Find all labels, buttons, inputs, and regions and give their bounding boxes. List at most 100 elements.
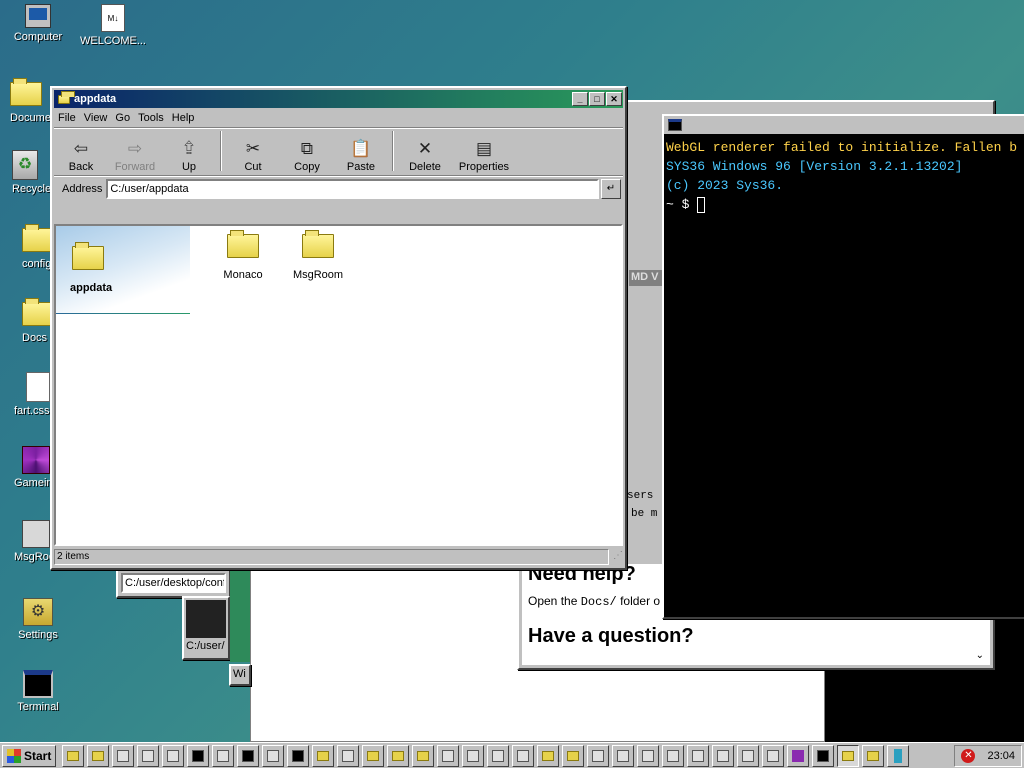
forward-button[interactable]: ⇨ Forward — [108, 129, 162, 173]
explorer-titlebar[interactable]: appdata _ □ ✕ — [54, 90, 623, 108]
file-item-msgroom[interactable]: MsgRoom — [290, 230, 346, 281]
taskbar-folder-button[interactable] — [362, 744, 385, 767]
desktop-icon-label: Computer — [13, 31, 63, 43]
forward-label: Forward — [114, 161, 156, 173]
taskbar-game-button[interactable] — [787, 744, 810, 767]
taskbar-app-button[interactable] — [437, 744, 460, 767]
menu-help[interactable]: Help — [172, 112, 195, 124]
error-icon[interactable]: ✕ — [961, 748, 976, 763]
address-label: Address — [62, 182, 103, 195]
taskbar-app-button[interactable] — [737, 744, 760, 767]
paste-icon: 📋 — [350, 139, 372, 158]
computer-icon — [25, 4, 51, 28]
taskbar: Start ✕ 23:04 — [0, 742, 1024, 768]
desktop-icon-terminal[interactable]: Terminal — [3, 670, 73, 713]
desktop-icon-settings[interactable]: ⚙ Settings — [3, 598, 73, 641]
settings-icon: ⚙ — [23, 598, 53, 626]
taskbar-app-button[interactable] — [687, 744, 710, 767]
taskbar-app-button[interactable] — [712, 744, 735, 767]
file-view[interactable]: appdata Monaco MsgRoom — [54, 224, 623, 546]
taskbar-folder-button[interactable] — [62, 744, 85, 767]
taskbar-app-button[interactable] — [887, 744, 910, 767]
close-button[interactable]: ✕ — [606, 92, 622, 106]
up-label: Up — [181, 161, 197, 173]
help-side-text-1: sers — [627, 490, 654, 502]
address-input[interactable]: C:/user/appdata — [106, 178, 599, 199]
window-icon — [517, 749, 530, 762]
taskbar-app-button[interactable] — [237, 744, 260, 767]
taskbar-folder-button[interactable] — [312, 744, 335, 767]
menu-view[interactable]: View — [84, 112, 108, 124]
taskbar-folder-button[interactable] — [537, 744, 560, 767]
properties-label: Properties — [458, 161, 510, 173]
properties-icon: ▤ — [475, 139, 493, 158]
background-window-config[interactable]: C:/user/desktop/conf — [116, 568, 231, 598]
background-window-terminal-small[interactable]: C:/user/ — [182, 596, 230, 660]
background-path-label: C:/user/ — [186, 640, 225, 652]
resize-grip-icon[interactable]: ⋰ — [609, 550, 623, 564]
up-folder-icon: ⮸ — [183, 139, 195, 158]
terminal-screen[interactable]: WebGL renderer failed to initialize. Fal… — [664, 134, 1024, 617]
menu-tools[interactable]: Tools — [138, 112, 164, 124]
taskbar-folder-button[interactable] — [387, 744, 410, 767]
go-button[interactable]: ↵ — [601, 178, 621, 199]
taskbar-folder-button[interactable] — [862, 744, 885, 767]
background-path-field: C:/user/desktop/conf — [121, 573, 226, 593]
taskbar-folder-button[interactable] — [412, 744, 435, 767]
chevron-down-icon[interactable]: ⌄ — [976, 650, 984, 661]
delete-x-icon: ✕ — [417, 139, 433, 158]
taskbar-folder-button[interactable] — [87, 744, 110, 767]
terminal-prompt-line[interactable]: ~ $ — [666, 195, 1022, 214]
taskbar-app-button[interactable] — [662, 744, 685, 767]
taskbar-app-button[interactable] — [137, 744, 160, 767]
cut-button[interactable]: ✂ Cut — [226, 129, 280, 173]
file-item-monaco[interactable]: Monaco — [218, 230, 268, 281]
taskbar-app-button[interactable] — [512, 744, 535, 767]
taskbar-app-button[interactable] — [587, 744, 610, 767]
maximize-button[interactable]: □ — [589, 92, 605, 106]
desktop-icon-computer[interactable]: Computer — [3, 4, 73, 43]
start-button[interactable]: Start — [2, 744, 57, 767]
taskbar-app-button[interactable] — [637, 744, 660, 767]
status-bar: 2 items ⋰ — [54, 548, 623, 566]
menu-file[interactable]: File — [58, 112, 76, 124]
taskbar-app-button[interactable] — [487, 744, 510, 767]
properties-button[interactable]: ▤ Properties — [452, 129, 516, 173]
taskbar-app-button[interactable] — [762, 744, 785, 767]
window-icon — [617, 749, 630, 762]
taskbar-app-button[interactable] — [462, 744, 485, 767]
terminal-title-icon — [668, 119, 682, 131]
back-button[interactable]: ⇦ Back — [54, 129, 108, 173]
back-label: Back — [68, 161, 94, 173]
taskbar-app-button[interactable] — [337, 744, 360, 767]
taskbar-app-button[interactable] — [262, 744, 285, 767]
folder-icon — [842, 750, 855, 761]
paste-button[interactable]: 📋 Paste — [334, 129, 388, 173]
delete-button[interactable]: ✕ Delete — [398, 129, 452, 173]
taskbar-app-button[interactable] — [112, 744, 135, 767]
desktop-icon-welcome[interactable]: M↓ WELCOME... — [78, 4, 148, 47]
taskbar-app-button[interactable] — [812, 744, 835, 767]
up-button[interactable]: ⮸ Up — [162, 129, 216, 173]
terminal-window[interactable]: WebGL renderer failed to initialize. Fal… — [662, 114, 1024, 619]
taskbar-app-button[interactable] — [612, 744, 635, 767]
copy-button[interactable]: ⧉ Copy — [280, 129, 334, 173]
window-icon — [742, 749, 755, 762]
taskbar-folder-button-active[interactable] — [837, 744, 860, 767]
terminal-cursor — [697, 196, 706, 213]
menubar: File View Go Tools Help — [54, 108, 623, 128]
menu-go[interactable]: Go — [115, 112, 130, 124]
folder-icon — [317, 750, 330, 761]
taskbar-app-button[interactable] — [287, 744, 310, 767]
taskbar-app-button[interactable] — [187, 744, 210, 767]
terminal-icon — [242, 749, 255, 762]
scissors-icon: ✂ — [245, 139, 261, 158]
taskbar-app-button[interactable] — [212, 744, 235, 767]
background-window-wi[interactable]: Wi — [229, 664, 251, 686]
taskbar-folder-button[interactable] — [562, 744, 585, 767]
taskbar-app-button[interactable] — [162, 744, 185, 767]
minimize-button[interactable]: _ — [572, 92, 588, 106]
terminal-titlebar[interactable] — [664, 116, 1024, 134]
explorer-window[interactable]: appdata _ □ ✕ File View Go Tools Help ⇦ B… — [50, 86, 627, 570]
clock[interactable]: 23:04 — [987, 750, 1015, 762]
